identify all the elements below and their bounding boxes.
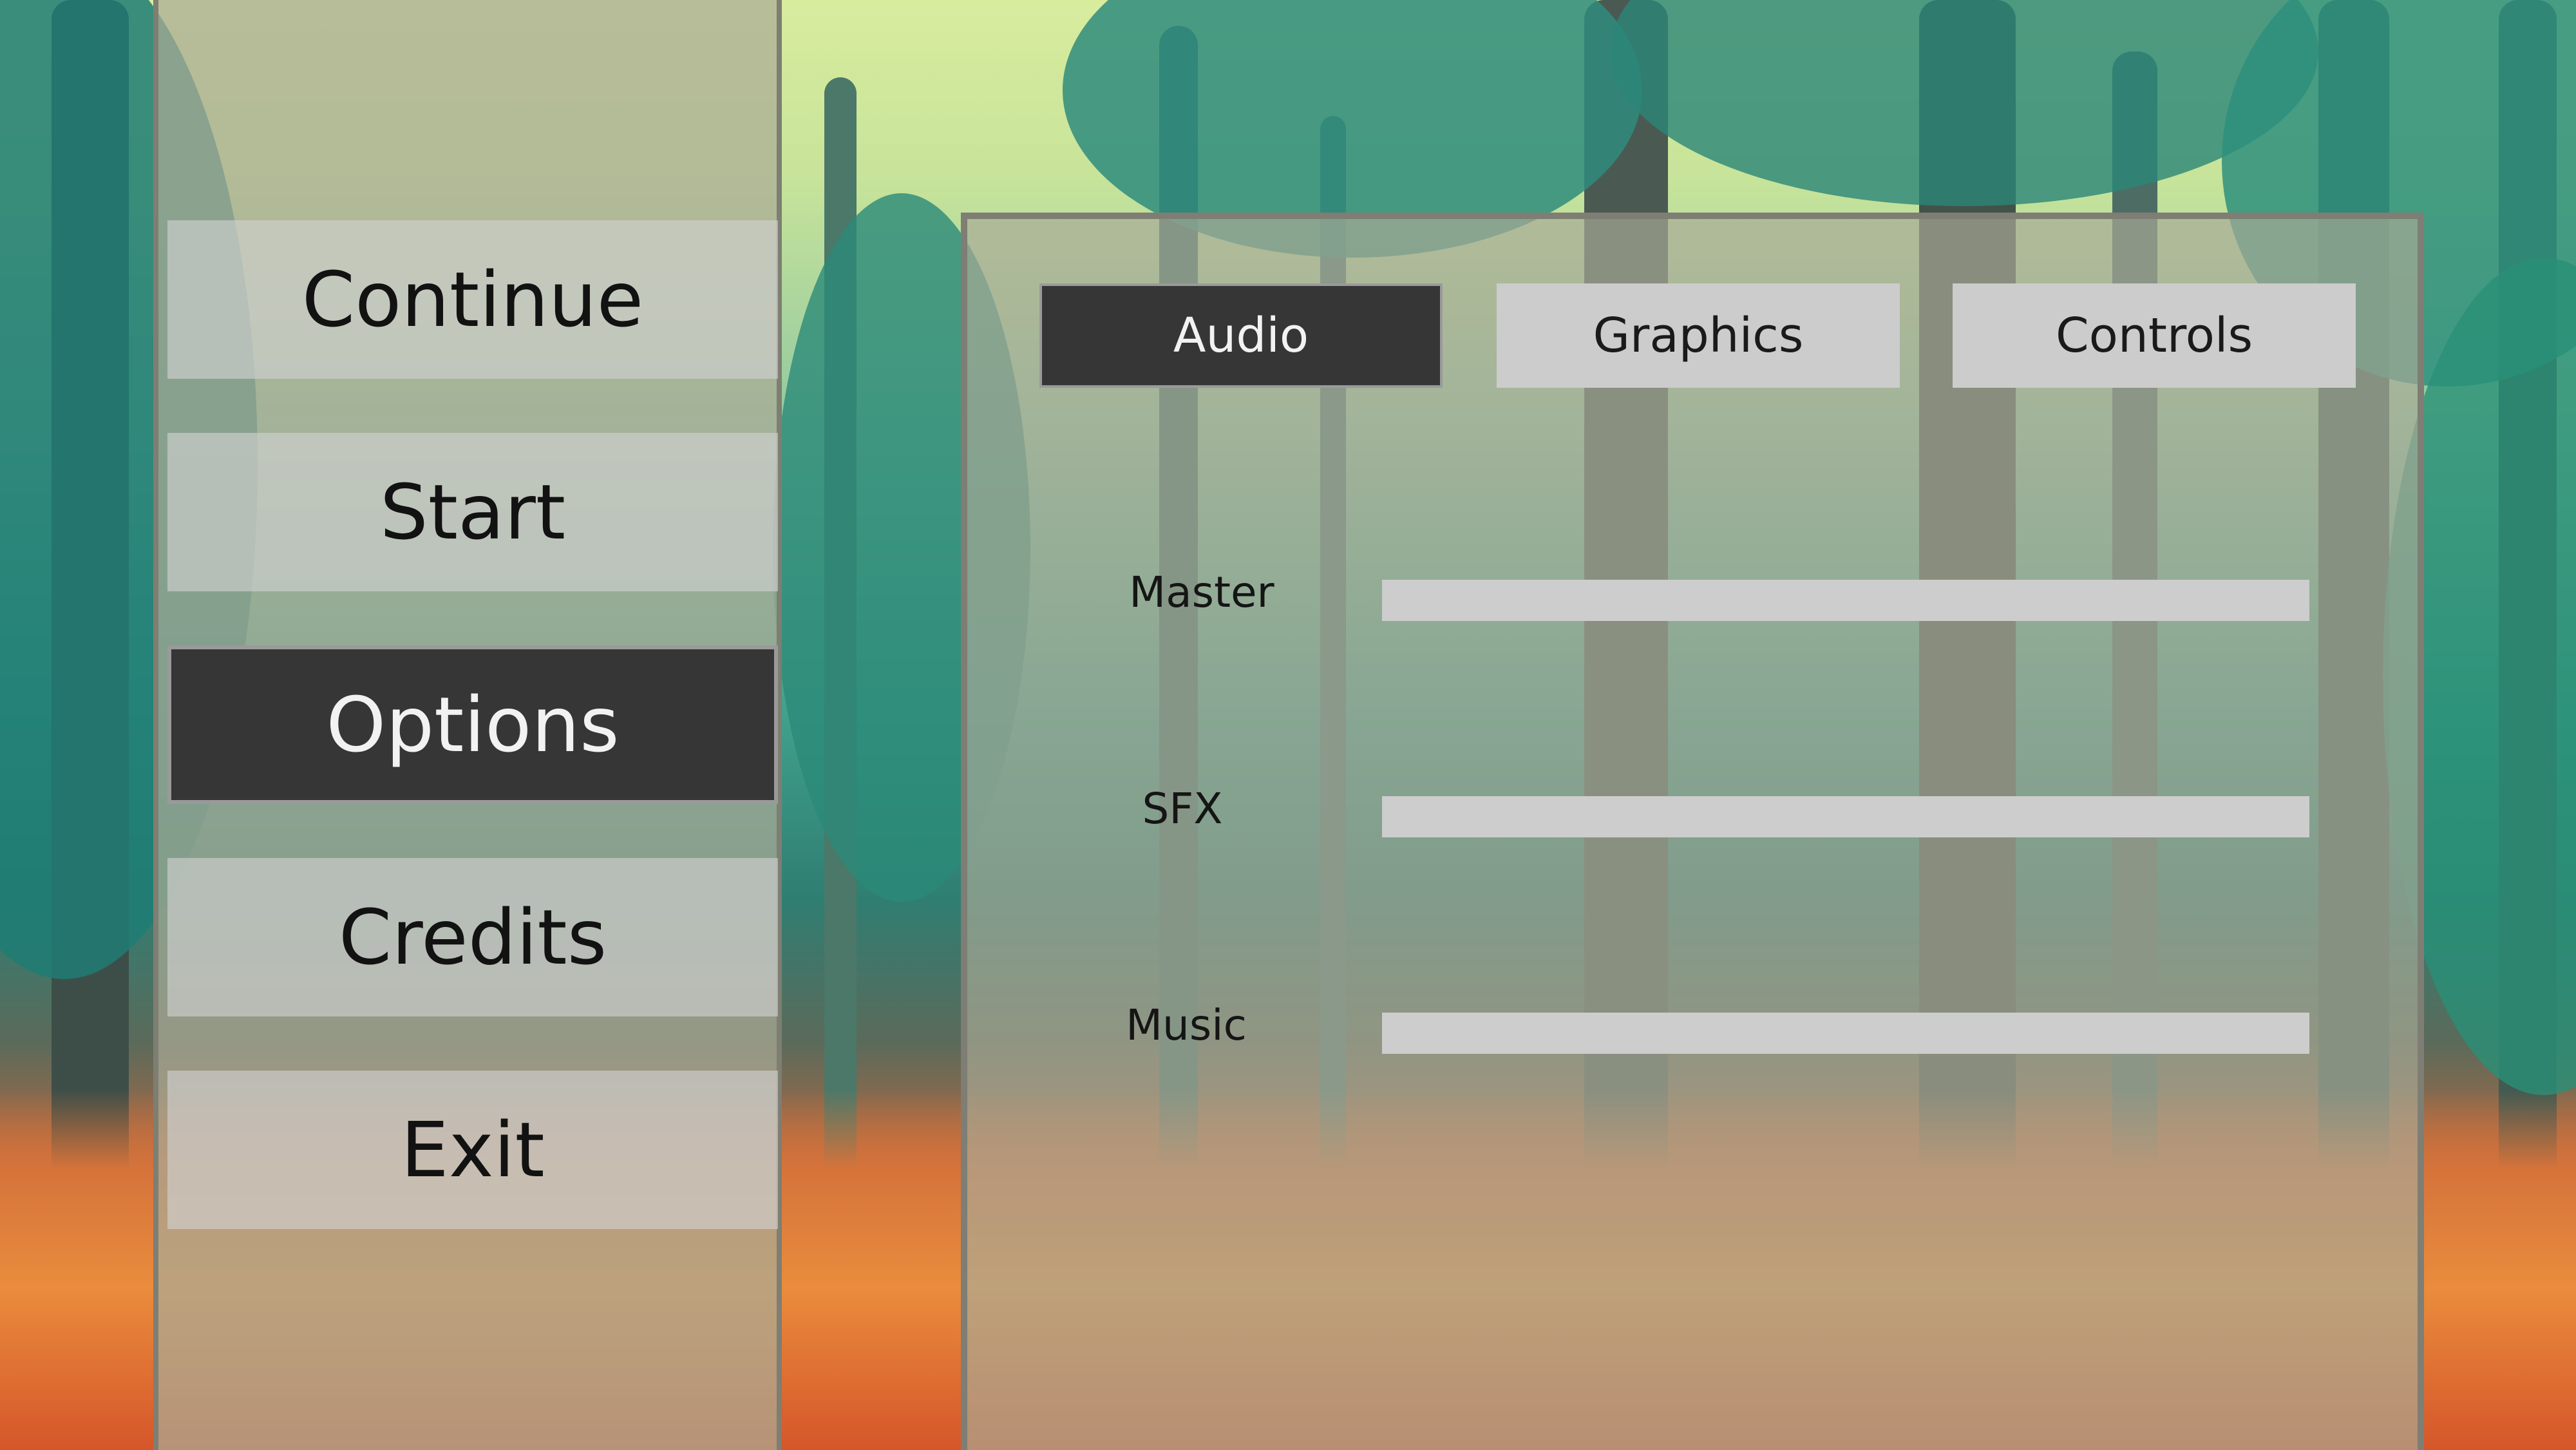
tree-canopy <box>1610 0 2318 206</box>
master-volume-slider[interactable] <box>1382 580 2309 621</box>
sfx-volume-slider[interactable] <box>1382 796 2309 837</box>
tab-graphics[interactable]: Graphics <box>1497 283 1900 388</box>
continue-button[interactable]: Continue <box>167 220 778 379</box>
sfx-volume-label: SFX <box>1142 784 1223 834</box>
tab-controls[interactable]: Controls <box>1953 283 2356 388</box>
credits-button[interactable]: Credits <box>167 858 778 1016</box>
exit-button[interactable]: Exit <box>167 1071 778 1229</box>
options-button[interactable]: Options <box>167 645 778 804</box>
main-menu-panel: Continue Start Options Credits Exit <box>153 0 782 1450</box>
music-volume-label: Music <box>1126 1000 1247 1050</box>
tab-audio[interactable]: Audio <box>1039 283 1443 388</box>
start-button[interactable]: Start <box>167 433 778 591</box>
options-panel: Audio Graphics Controls Master SFX Music <box>961 213 2424 1450</box>
master-volume-label: Master <box>1129 568 1274 617</box>
music-volume-slider[interactable] <box>1382 1013 2309 1054</box>
